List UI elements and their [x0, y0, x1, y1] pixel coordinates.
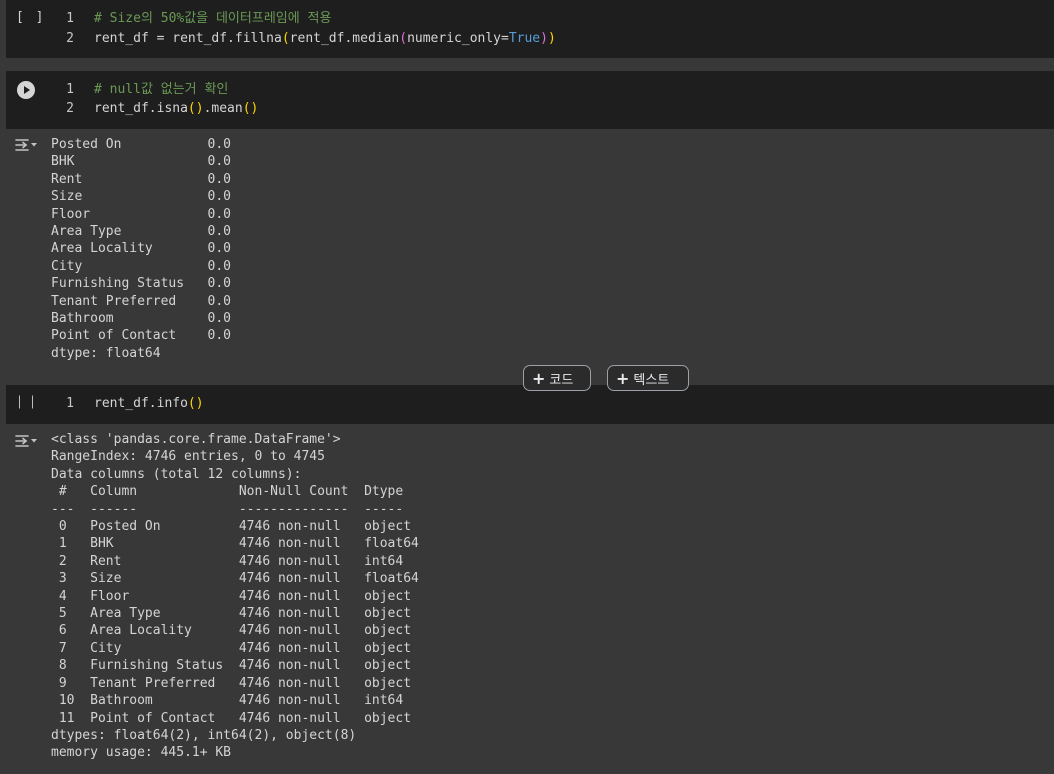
cell-output: <class 'pandas.core.frame.DataFrame'> Ra… — [0, 424, 1054, 774]
line-number: 1 — [66, 11, 74, 26]
cell-gutter: [ ] — [6, 0, 50, 58]
code-token: .mean — [203, 101, 243, 116]
code-comment: # Size의 50%값을 데이터프레임에 적용 — [94, 11, 332, 26]
code-line[interactable]: 2 rent_df = rent_df.fillna(rent_df.median… — [46, 29, 556, 49]
code-paren: () — [242, 101, 259, 116]
code-line[interactable]: 1 rent_df.info() — [46, 394, 204, 414]
play-icon[interactable] — [17, 81, 35, 99]
code-paren: ) — [540, 31, 548, 46]
output-text: <class 'pandas.core.frame.DataFrame'> Ra… — [51, 432, 419, 761]
code-line[interactable]: 2 rent_df.isna().mean() — [46, 99, 258, 119]
code-paren: ( — [399, 31, 408, 46]
cell-gutter — [6, 71, 50, 129]
code-comment: # null값 없는거 확인 — [94, 82, 229, 97]
output-actions-icon[interactable] — [14, 137, 38, 153]
cell-gutter — [6, 385, 50, 424]
output-text: Posted On 0.0 BHK 0.0 Rent 0.0 Size 0.0 … — [51, 137, 232, 361]
code-paren: () — [187, 396, 204, 411]
line-number: 2 — [66, 101, 74, 116]
code-paren: () — [187, 101, 204, 116]
code-line[interactable]: 1 # null값 없는거 확인 — [46, 80, 228, 100]
notebook: [ ] 1 # Size의 50%값을 데이터프레임에 적용 2 rent_df =… — [0, 0, 1054, 774]
add-code-label: 코드 — [549, 373, 574, 388]
line-number: 1 — [66, 82, 74, 97]
add-code-button[interactable]: + 코드 — [523, 365, 591, 391]
add-text-button[interactable]: + 텍스트 — [607, 365, 689, 391]
plus-icon: + — [616, 369, 630, 388]
code-keyword: True — [508, 31, 541, 46]
code-token: numeric_only= — [407, 31, 509, 46]
code-cell-fillna[interactable]: [ ] 1 # Size의 50%값을 데이터프레임에 적용 2 rent_df =… — [6, 0, 1054, 58]
code-paren: ) — [547, 31, 556, 46]
code-cell-isna[interactable]: 1 # null값 없는거 확인 2 rent_df.isna().mean() — [6, 71, 1054, 129]
run-cell-button[interactable]: [ ] — [16, 10, 45, 25]
line-number: 1 — [66, 396, 74, 411]
cell-output: Posted On 0.0 BHK 0.0 Rent 0.0 Size 0.0 … — [0, 129, 1054, 385]
code-paren: ( — [281, 31, 290, 46]
line-number: 2 — [66, 31, 74, 46]
output-actions-icon[interactable] — [14, 433, 38, 449]
add-text-label: 텍스트 — [633, 373, 670, 388]
plus-icon: + — [532, 369, 546, 388]
code-token: rent_df.median — [289, 31, 400, 46]
code-token: rent_df.info — [94, 396, 188, 411]
run-cell-button[interactable] — [19, 395, 33, 409]
code-token: rent_df = rent_df.fillna — [94, 31, 282, 46]
code-token: rent_df.isna — [94, 101, 188, 116]
code-line[interactable]: 1 # Size의 50%값을 데이터프레임에 적용 — [46, 9, 331, 29]
